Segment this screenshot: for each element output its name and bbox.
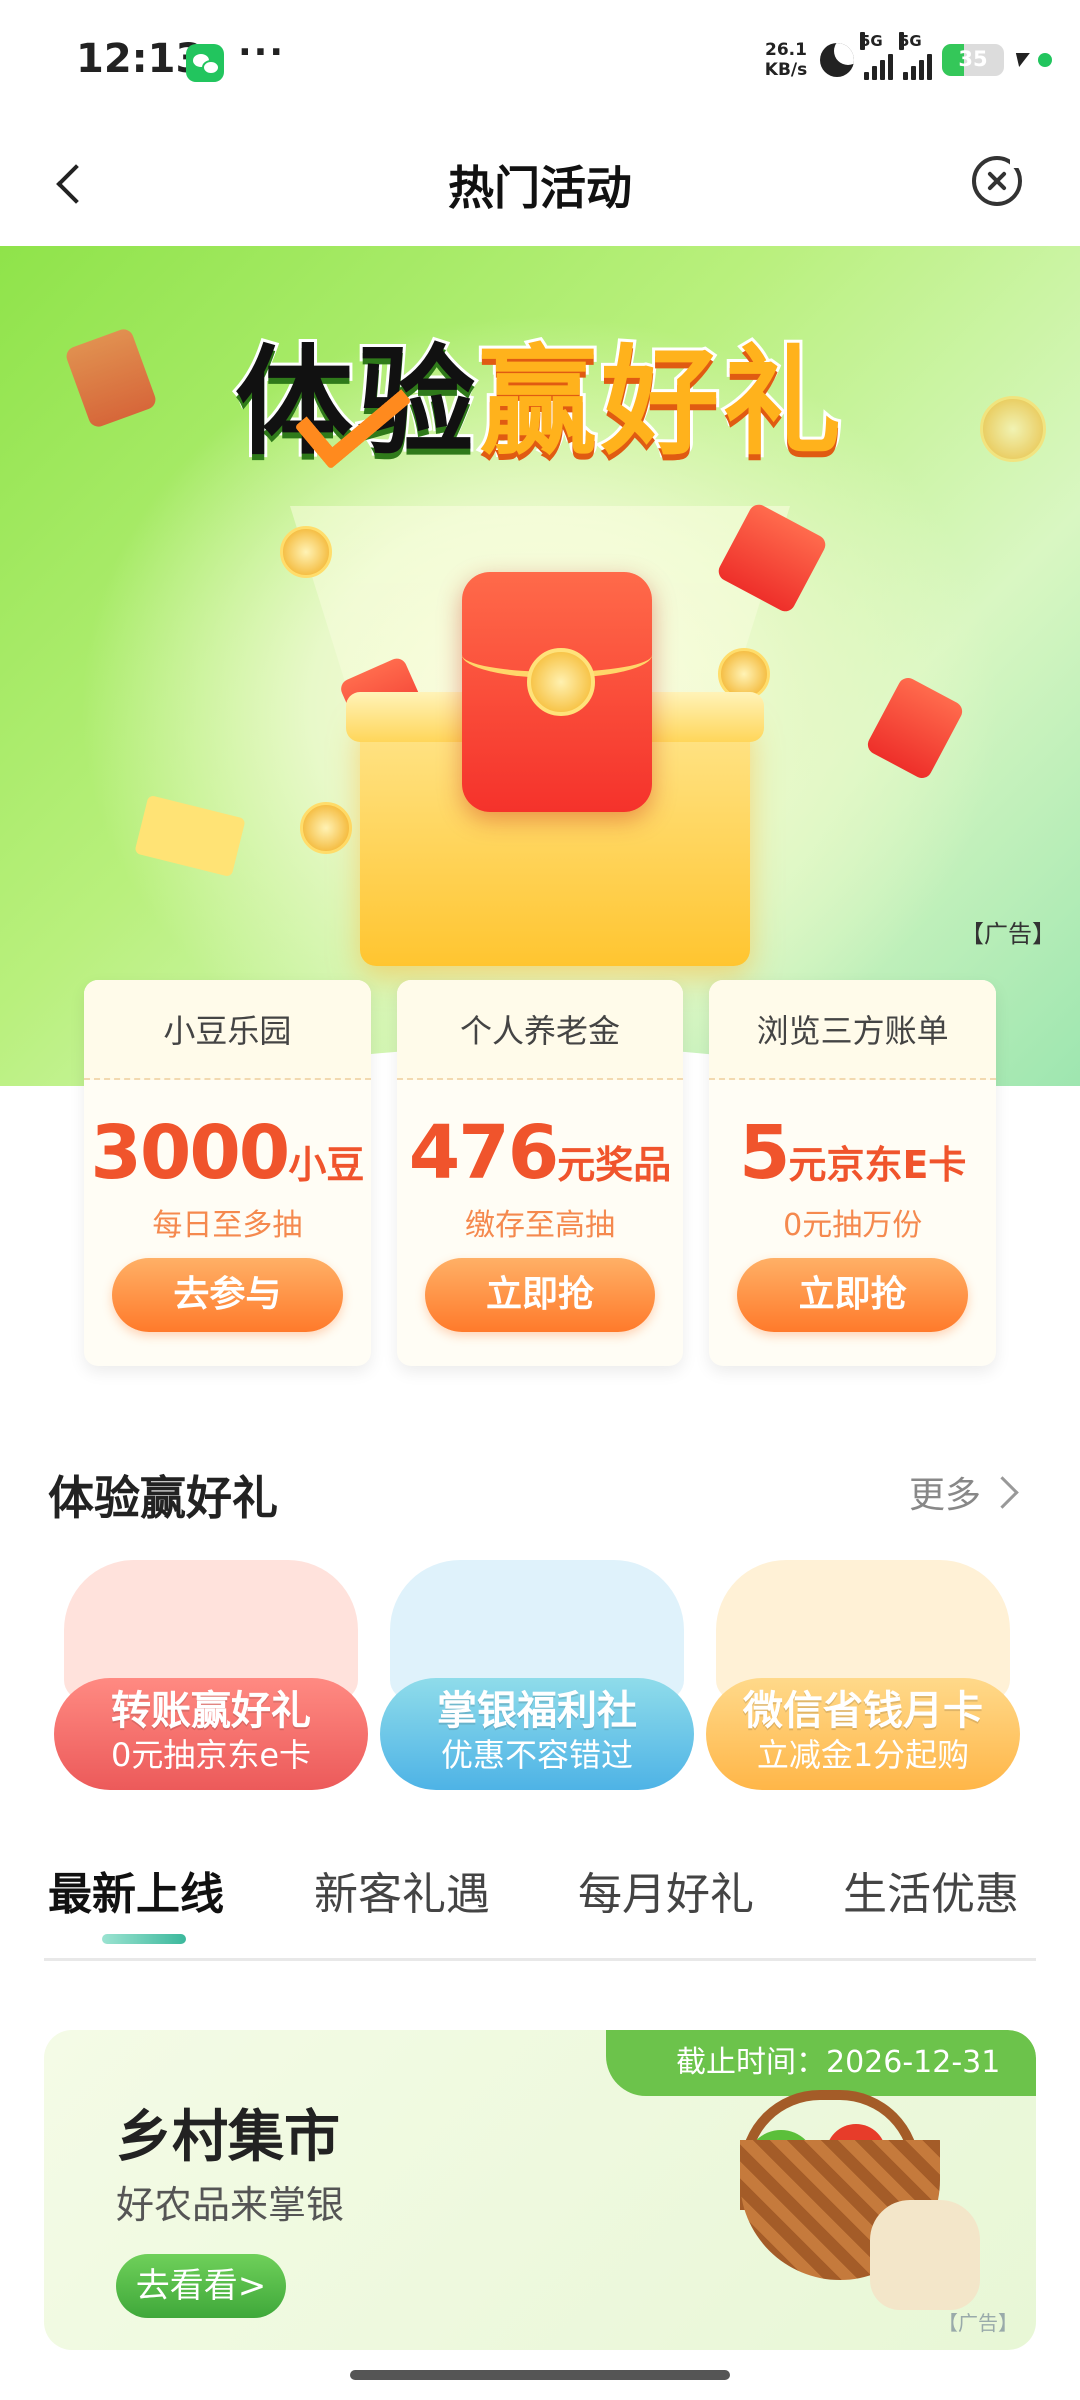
promo-card-subtitle: 每日至多抽: [152, 1208, 303, 1243]
promo-card-xiaodou[interactable]: 小豆乐园 3000小豆 每日至多抽 去参与: [84, 980, 371, 1366]
feature-card-subtitle: 立减金1分起购: [756, 1736, 970, 1774]
signal-label-sim2: 5G: [899, 32, 922, 50]
promo-card-title: 小豆乐园: [84, 980, 371, 1080]
charging-icon: [1012, 53, 1030, 67]
coin-icon: [980, 396, 1046, 462]
tabs-divider: [44, 1958, 1036, 1961]
hero-banner[interactable]: 体验赢好礼 【广告】: [0, 246, 1080, 1086]
promo-card-amount: 476元奖品: [397, 1110, 684, 1196]
ticket-icon: [134, 794, 246, 878]
close-icon[interactable]: [972, 154, 1024, 206]
status-bar: 12:13 ··· 26.1 KB/s 5G 5G 35: [0, 0, 1080, 120]
more-link[interactable]: 更多: [908, 1466, 1019, 1518]
grain-sack-icon: [870, 2200, 980, 2310]
feature-cards: 转账赢好礼 0元抽京东e卡 掌银福利社 优惠不容错过 微信省钱月卡 立减金1分起…: [48, 1560, 1032, 1790]
wechat-icon: [186, 44, 224, 82]
signal-icon-sim1: 5G: [860, 32, 893, 80]
promo-amount-unit: 小豆: [288, 1143, 365, 1187]
grab-button[interactable]: 立即抢: [424, 1258, 656, 1332]
hero-title: 体验赢好礼: [0, 306, 1080, 477]
status-right: 26.1 KB/s 5G 5G 35: [762, 32, 1052, 86]
yuan-coin-icon: [527, 648, 595, 716]
promo-cards: 小豆乐园 3000小豆 每日至多抽 去参与 个人养老金 476元奖品 缴存至高抽…: [84, 980, 997, 1366]
tab-monthly[interactable]: 每月好礼: [578, 1858, 754, 1922]
promo-card-bill[interactable]: 浏览三方账单 5元京东E卡 0元抽万份 立即抢: [709, 980, 997, 1366]
network-speed: 26.1 KB/s: [762, 40, 810, 80]
promo-amount-number: 5: [738, 1110, 790, 1196]
promo-card-title: 个人养老金: [396, 980, 684, 1080]
signal-label-sim1: 5G: [860, 32, 883, 50]
do-not-disturb-icon: [820, 43, 854, 77]
network-speed-value: 26.1: [765, 40, 807, 60]
battery-icon: 35: [942, 44, 1004, 76]
feature-card-subtitle: 优惠不容错过: [440, 1736, 633, 1774]
feature-card-title: 微信省钱月卡: [743, 1688, 983, 1734]
more-notifications-icon: ···: [238, 32, 286, 73]
promo-card-pension[interactable]: 个人养老金 476元奖品 缴存至高抽 立即抢: [396, 980, 684, 1366]
nav-header: 热门活动: [0, 120, 1080, 246]
coin-icon: [280, 526, 332, 578]
tab-new-customer[interactable]: 新客礼遇: [314, 1858, 490, 1922]
network-speed-unit: KB/s: [764, 60, 808, 80]
feature-card-title: 掌银福利社: [437, 1688, 637, 1734]
home-indicator[interactable]: [350, 2370, 730, 2380]
signal-icon-sim2: 5G: [899, 32, 932, 80]
feature-card-title: 转账赢好礼: [111, 1688, 311, 1734]
join-button[interactable]: 去参与: [112, 1258, 343, 1332]
promo-amount-number: 476: [408, 1110, 559, 1196]
hero-title-part2: 赢好礼: [476, 330, 846, 474]
promo-amount-number: 3000: [90, 1110, 290, 1196]
ad-label: 【广告】: [938, 2311, 1018, 2335]
promo-card-subtitle: 0元抽万份: [783, 1208, 923, 1243]
section-title: 体验赢好礼: [48, 1471, 278, 1525]
feature-card-wechat-savings[interactable]: 微信省钱月卡 立减金1分起购: [706, 1560, 1020, 1790]
battery-level: 35: [958, 47, 988, 71]
category-tabs: 最新上线 新客礼遇 每月好礼 生活优惠: [48, 1858, 1036, 1962]
grab-button[interactable]: 立即抢: [737, 1258, 969, 1332]
promo-card-subtitle: 缴存至高抽: [465, 1208, 615, 1243]
deadline-badge: 截止时间：2026-12-31: [606, 2030, 1036, 2096]
activity-title: 乡村集市: [116, 2105, 340, 2170]
promo-amount-unit: 元京东E卡: [788, 1143, 967, 1187]
feature-card-welfare[interactable]: 掌银福利社 优惠不容错过: [380, 1560, 694, 1790]
view-button[interactable]: 去看看>: [116, 2254, 286, 2318]
feature-card-transfer[interactable]: 转账赢好礼 0元抽京东e卡: [54, 1560, 368, 1790]
tab-life-deals[interactable]: 生活优惠: [843, 1858, 1019, 1922]
more-label: 更多: [908, 1475, 981, 1516]
red-envelope-icon: [864, 674, 966, 782]
chevron-right-icon: [986, 1475, 1019, 1509]
red-envelope-icon: [462, 572, 652, 812]
ad-label: 【广告】: [960, 920, 1056, 948]
status-time: 12:13: [76, 36, 204, 82]
page-title: 热门活动: [448, 161, 632, 215]
coin-icon: [300, 802, 352, 854]
activity-subtitle: 好农品来掌银: [116, 2183, 345, 2227]
privacy-dot-icon: [1038, 53, 1052, 67]
feature-card-subtitle: 0元抽京东e卡: [110, 1736, 312, 1774]
promo-card-amount: 3000小豆: [84, 1110, 371, 1196]
promo-card-amount: 5元京东E卡: [709, 1110, 996, 1196]
tab-latest[interactable]: 最新上线: [48, 1858, 224, 1922]
promo-card-title: 浏览三方账单: [709, 980, 997, 1080]
promo-amount-unit: 元奖品: [557, 1143, 672, 1187]
activity-card[interactable]: 截止时间：2026-12-31 乡村集市 好农品来掌银 去看看> 【广告】: [44, 2030, 1036, 2350]
tab-indicator: [102, 1934, 186, 1944]
